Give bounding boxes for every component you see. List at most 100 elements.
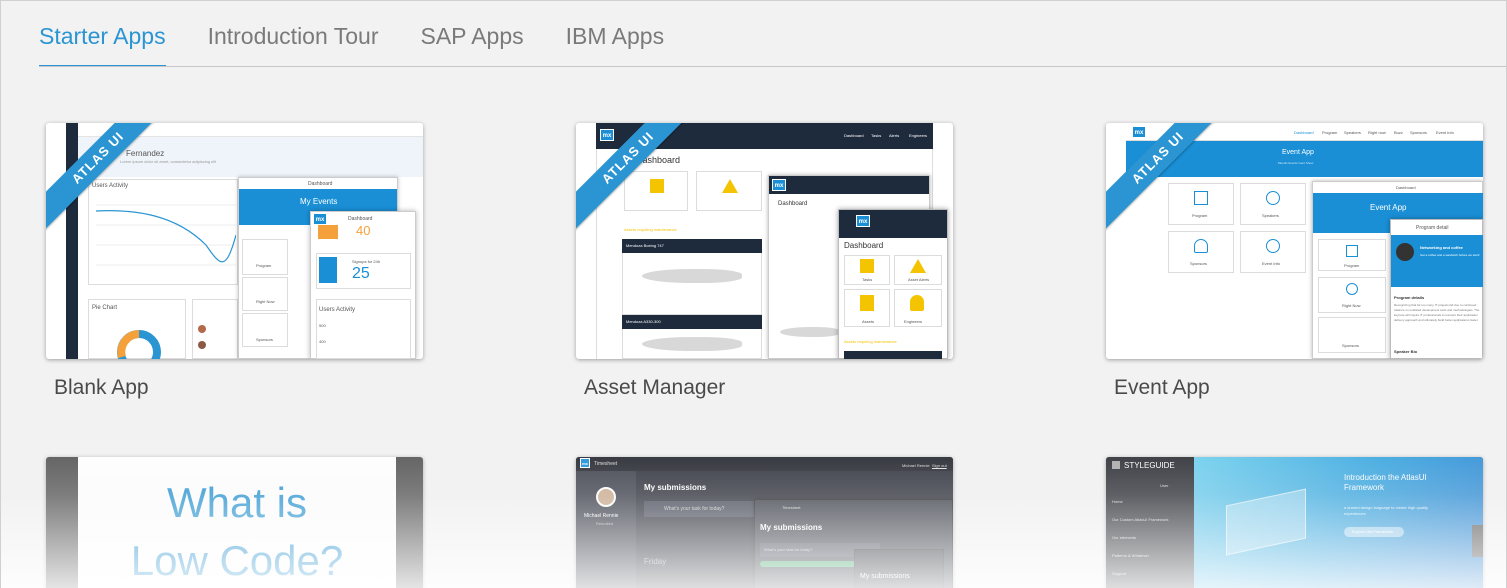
preview-user-subtitle: Lorem ipsum dolor sit amet, consectetur … [120,159,217,164]
event-app-card[interactable]: ATLAS UI mx Dashboard Program Speakers R… [1106,123,1483,359]
low-code-line1: What is [166,479,308,526]
event-app-title[interactable]: Event App [1114,376,1210,400]
preview-phone-activity-title: Users Activity [319,307,356,313]
preview-tablet-title: Event App [1370,203,1407,212]
preview-menu-item: Our elements [1112,535,1137,540]
preview-nav-item: Speakers [1344,130,1361,135]
preview-pie-chart [117,330,161,359]
mx-logo-icon: mx [1132,126,1146,138]
preview-details-text: Recognizing that far too many IT project… [1394,303,1480,322]
preview-sidebar-user: Michael Rennie [584,513,619,519]
preview-tile-label: Sponsors [1190,261,1207,266]
preview-nav-item: Alerts [889,133,900,138]
preview-heading: My submissions [760,523,823,532]
tabs-divider [39,66,1506,67]
preview-user-name: Michael Rennie [902,463,930,468]
preview-task-placeholder: What's your task for today? [764,547,813,552]
preview-asset-header [844,351,942,359]
preview-avatar [198,325,206,333]
preview-app-name: Timesheet [594,461,618,467]
styleguide-logo-icon [1112,461,1120,469]
airplane-icon [780,327,840,337]
preview-signups-icon [319,257,337,283]
preview-detail-header: Program detail [1416,225,1449,231]
warning-icon [910,259,926,273]
server-icon [860,259,874,273]
speaker-icon [1266,191,1280,205]
preview-activity-chart [96,204,236,266]
preview-menu-item: Support [1112,571,1127,576]
asset-manager-card[interactable]: ATLAS UI mx Dashboard Tasks Alerts Engin… [576,123,953,359]
preview-phone-header: Dashboard [348,216,373,222]
preview-asset-name: Mendoza A330-300 [626,319,661,324]
preview-tile-label: Sponsors [1342,343,1359,348]
preview-avatar [198,341,206,349]
airplane-icon [642,337,742,351]
preview-signups-value: 25 [352,265,370,282]
preview-brand: STYLEGUIDE [1124,461,1175,470]
mx-logo-icon: mx [580,458,590,468]
info-icon [1266,239,1280,253]
preview-tile-label: Engineers [904,319,923,324]
preview-heading: My submissions [644,483,707,492]
mx-logo-icon: mx [313,213,327,225]
preview-hero-sub: a shared design language to create high … [1344,505,1429,516]
preview-right-bezel [396,457,423,588]
preview-nav-item: Dashboard [844,133,864,138]
warning-icon [722,179,738,193]
preview-pie-title: Pie Chart [92,305,118,311]
low-code-card[interactable]: What is Low Code? [46,457,423,588]
sponsors-icon [1194,239,1208,253]
mx-logo-icon: mx [772,179,786,191]
server-icon [650,179,664,193]
timesheet-card[interactable]: mx Timesheet Michael Rennie Sign out Mic… [576,457,953,588]
mx-logo-icon: mx [856,215,870,227]
preview-tile-label: Program [256,263,272,268]
tab-ibm-apps[interactable]: IBM Apps [566,1,664,67]
low-code-line2: Low Code? [130,537,344,584]
preview-speaker-bio: Speaker Bio [1394,349,1418,354]
tab-sap-apps[interactable]: SAP Apps [420,1,523,67]
preview-axis-label: 500 [319,323,326,328]
mx-logo-icon: mx [600,129,614,141]
preview-nav-item: Program [1322,130,1338,135]
preview-asset-name: Mendoza Boeing 747 [626,243,664,248]
preview-tablet-nav [769,176,929,194]
feedback-tab [1472,525,1483,557]
preview-nav [576,457,953,471]
preview-nav-item: Event info [1436,130,1454,135]
airplane-icon [642,269,742,283]
preview-nav-item: Engineers [909,133,928,138]
preview-sidebar-role: Recruited [596,521,614,526]
asset-manager-title[interactable]: Asset Manager [584,376,725,400]
preview-menu-item: Home [1112,499,1123,504]
blank-app-title[interactable]: Blank App [54,376,149,400]
preview-section-title: Assets requiring maintenance [624,227,677,232]
bar-chart-icon [860,295,874,311]
preview-signout: Sign out [932,463,947,468]
preview-tile-label: Event Info [1262,261,1281,266]
clock-icon [1346,283,1358,295]
preview-tile-label: Speakers [1262,213,1279,218]
preview-phone-heading: Dashboard [844,241,884,250]
tab-starter-apps[interactable]: Starter Apps [39,1,166,67]
preview-sidebar [66,123,78,359]
preview-tile [242,277,288,311]
avatar [596,487,616,507]
blank-app-card[interactable]: ATLAS UI Fernandez Lorem ipsum dolor sit… [46,123,423,359]
preview-my-events: My Events [300,197,338,206]
preview-tablet-heading: Dashboard [778,201,808,207]
preview-app-name: Timesheet [782,505,801,510]
preview-section-title: Assets requiring maintenance [844,339,897,344]
tab-introduction-tour[interactable]: Introduction Tour [208,1,379,67]
preview-tile-label: Right Now [1342,303,1361,308]
preview-count: 40 [356,223,371,238]
preview-heading: My submissions [860,573,910,580]
preview-hero-button-label: Explore the Framework [1352,529,1394,534]
preview-nav-item: Tasks [871,133,882,138]
styleguide-card[interactable]: STYLEGUIDE User Home Our Custom AtlasUI … [1106,457,1483,588]
engineer-icon [910,295,924,311]
calendar-icon [1346,245,1358,257]
preview-menu-item: Patterns & Whatever [1112,553,1149,558]
preview-tile-label: Right Now [256,299,275,304]
